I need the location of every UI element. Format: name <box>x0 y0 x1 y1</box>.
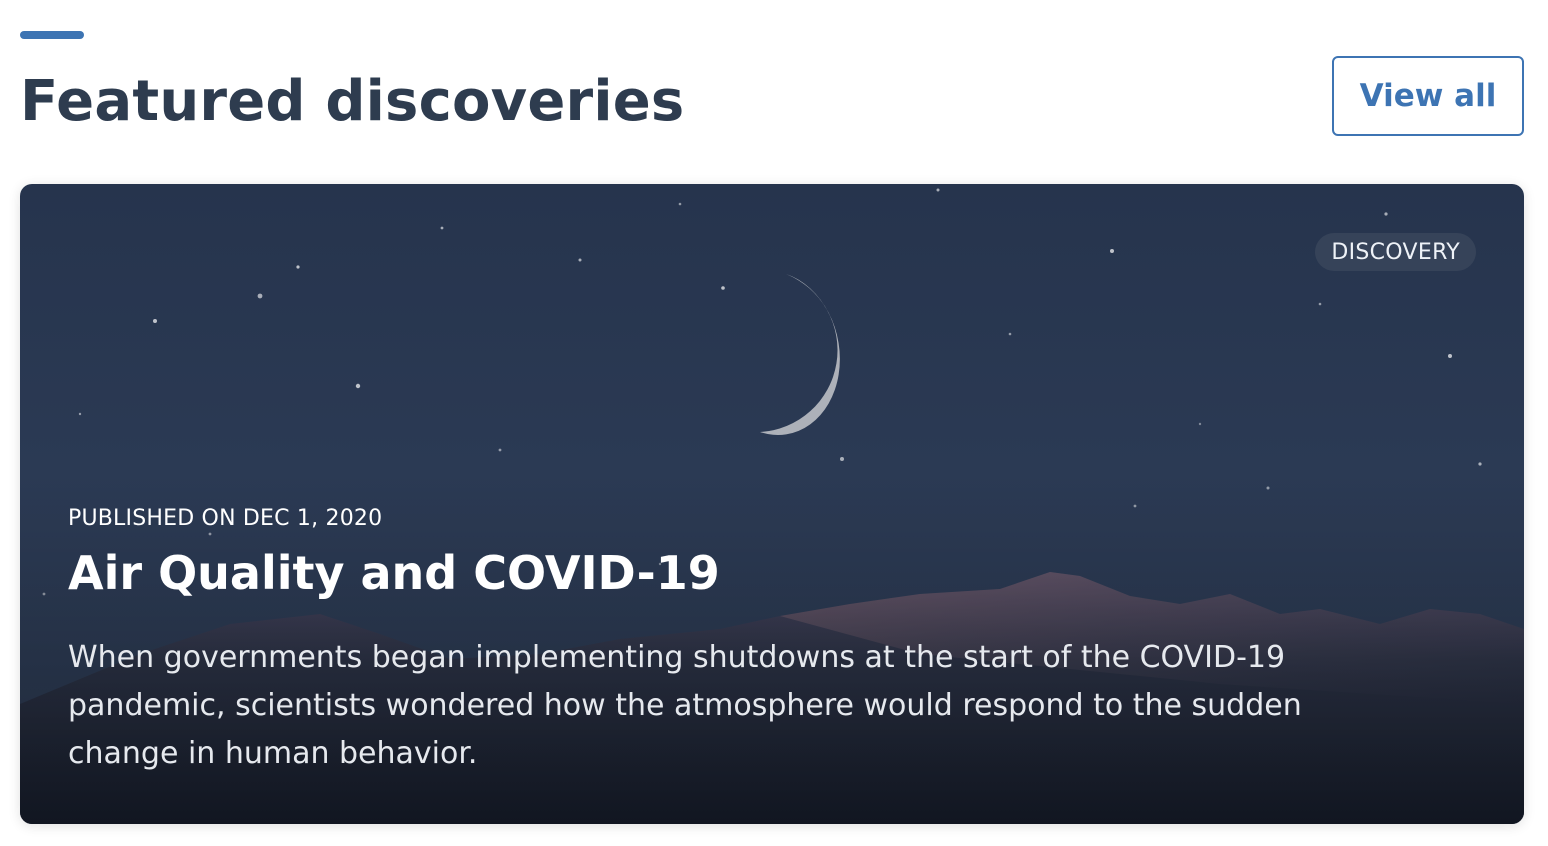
featured-discoveries-section: Featured discoveries View all DISCOVERY … <box>0 0 1548 846</box>
category-badge: DISCOVERY <box>1315 233 1476 271</box>
accent-bar <box>20 31 84 39</box>
published-date: PUBLISHED ON DEC 1, 2020 <box>68 506 383 531</box>
card-description: When governments began implementing shut… <box>68 640 1302 771</box>
featured-discovery-card[interactable]: DISCOVERY PUBLISHED ON DEC 1, 2020 Air Q… <box>20 184 1524 824</box>
view-all-button[interactable]: View all <box>1332 56 1524 136</box>
card-title[interactable]: Air Quality and COVID-19 <box>68 546 720 600</box>
section-title: Featured discoveries <box>20 69 685 134</box>
